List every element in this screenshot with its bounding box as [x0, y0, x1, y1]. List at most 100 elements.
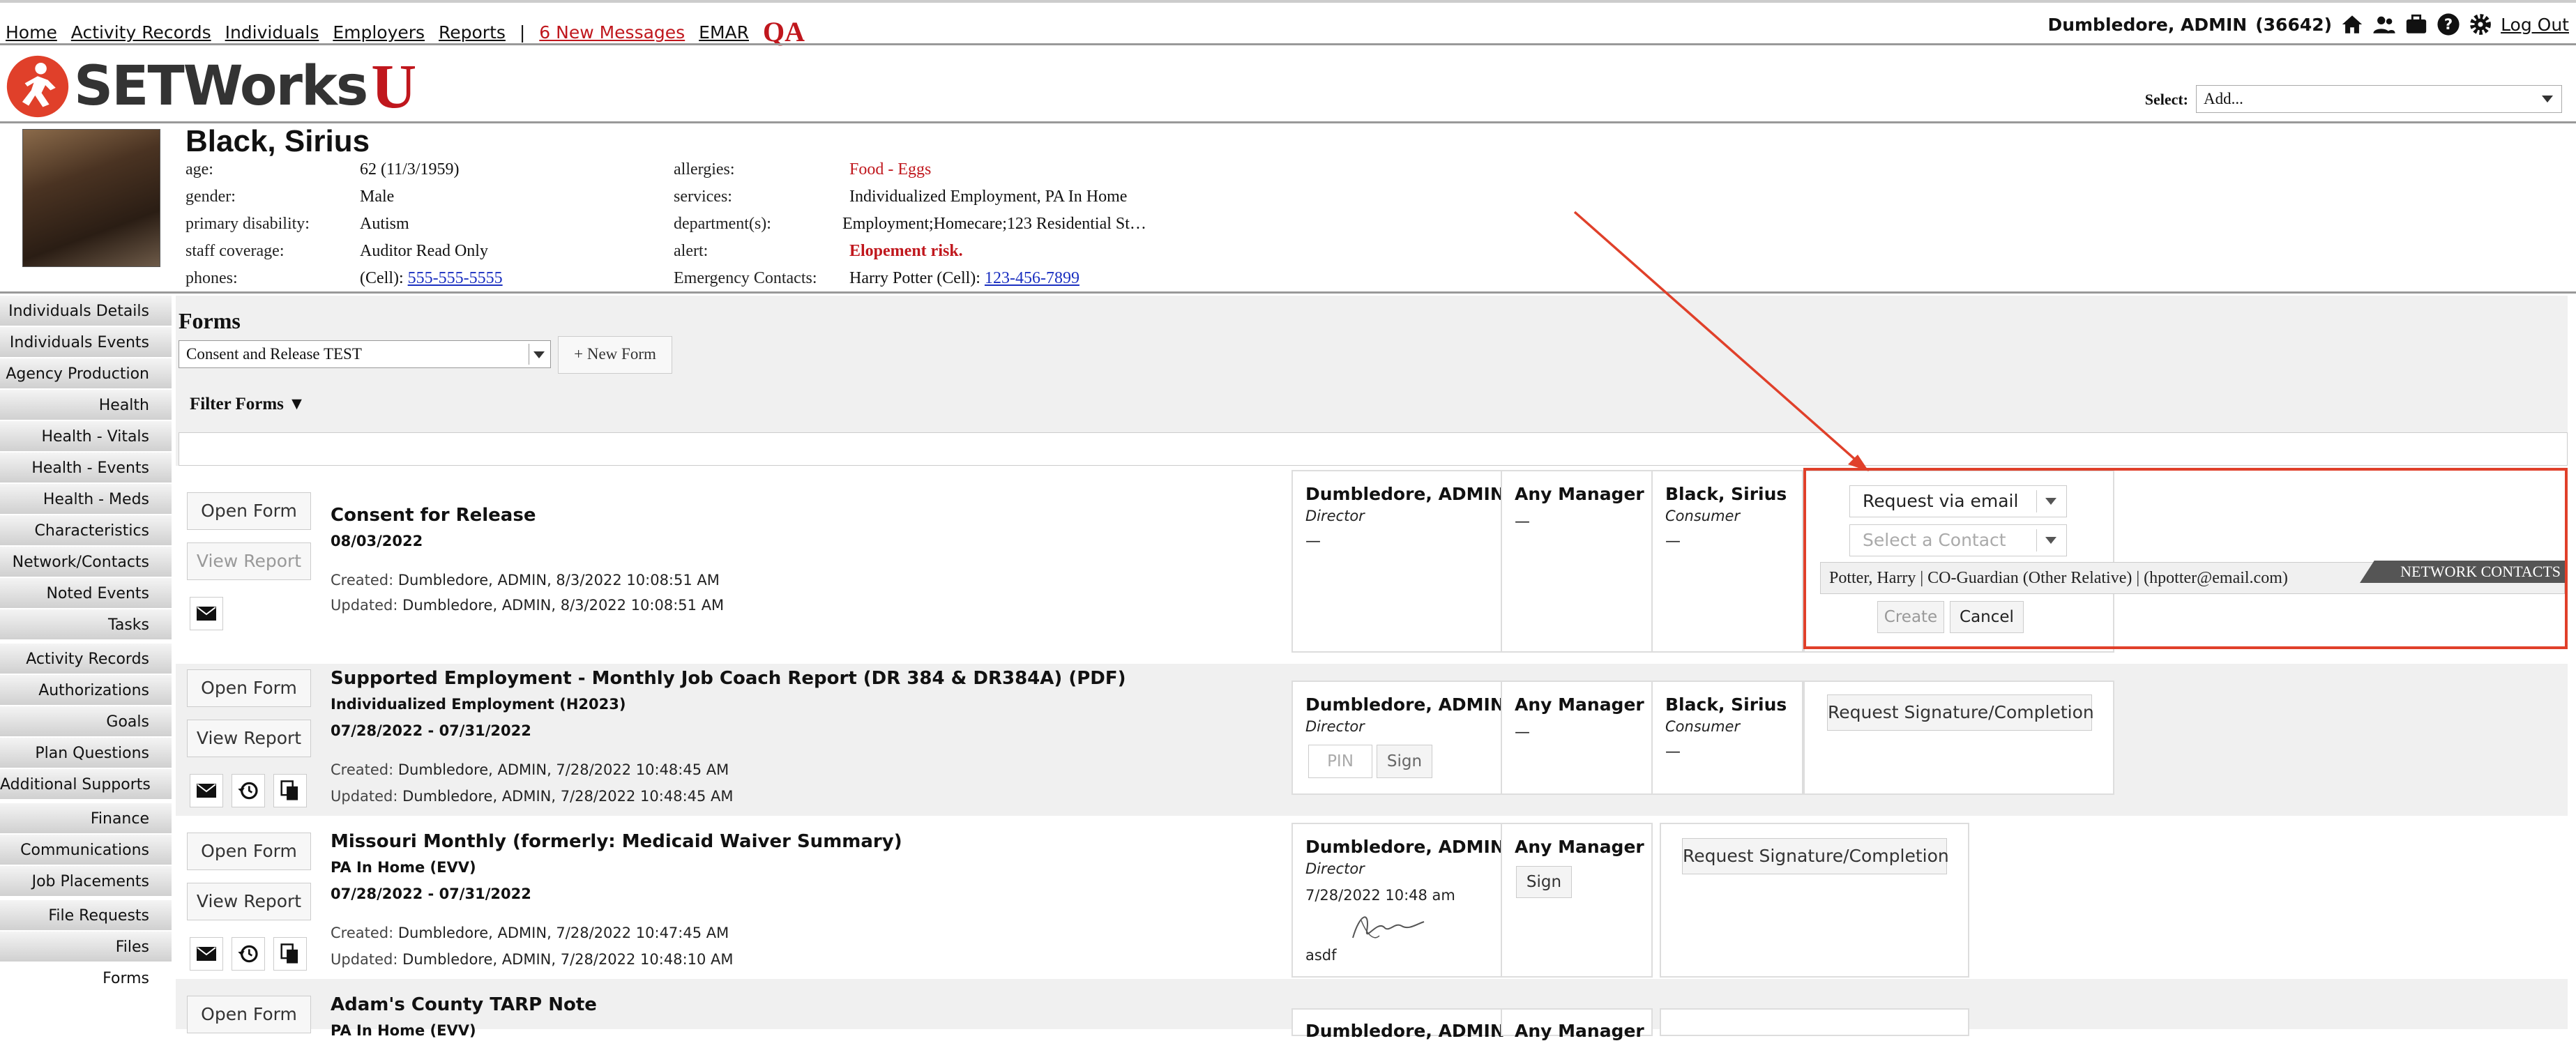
nav-emar-link[interactable]: EMAR	[699, 22, 749, 43]
nav-separator: |	[519, 22, 526, 43]
created-value: Dumbledore, ADMIN, 8/3/2022 10:08:51 AM	[397, 572, 720, 588]
sign-button[interactable]: Sign	[1516, 866, 1572, 898]
sidebar-item-health[interactable]: Health	[0, 390, 172, 421]
logo-u: U	[371, 52, 417, 121]
pin-input[interactable]: PIN	[1308, 745, 1372, 778]
add-select[interactable]: Add...	[2196, 85, 2562, 113]
request-signature-button[interactable]: Request Signature/Completion	[1682, 838, 1949, 874]
nav-messages-link[interactable]: 6 New Messages	[539, 22, 685, 43]
form-title[interactable]: Consent for Release	[331, 505, 536, 526]
new-form-button[interactable]: + New Form	[558, 336, 672, 374]
sidebar-item-health-events[interactable]: Health - Events	[0, 453, 172, 484]
email-icon[interactable]	[190, 774, 223, 807]
staff-coverage-value: Auditor Read Only	[360, 242, 488, 260]
sidebar-item-individuals-details[interactable]: Individuals Details	[0, 296, 172, 327]
form-date: 07/28/2022 - 07/31/2022	[331, 722, 531, 739]
nav-individuals-link[interactable]: Individuals	[225, 22, 319, 43]
signer-role: Director	[1305, 718, 1365, 735]
alert-value: Elopement risk.	[849, 242, 963, 260]
updated-value: Dumbledore, ADMIN, 7/28/2022 10:48:10 AM	[402, 951, 734, 968]
view-report-button[interactable]: View Report	[187, 883, 311, 920]
sidebar-item-finance[interactable]: Finance	[0, 803, 172, 835]
nav-home-link[interactable]: Home	[6, 22, 57, 43]
sidebar-item-job-placements[interactable]: Job Placements	[0, 866, 172, 897]
signer-name: Any Manager	[1515, 484, 1644, 504]
form-updated: Updated: Dumbledore, ADMIN, 8/3/2022 10:…	[331, 597, 724, 614]
filter-forms-toggle[interactable]: Filter Forms ▼	[190, 395, 305, 414]
view-report-button[interactable]: View Report	[187, 720, 311, 757]
sidebar-item-tasks[interactable]: Tasks	[0, 609, 172, 641]
signer-name: Dumbledore, ADMIN	[1305, 1021, 1505, 1041]
phone-link[interactable]: 555-555-5555	[408, 269, 503, 287]
gear-icon[interactable]	[2469, 13, 2492, 36]
sidebar-item-forms[interactable]: Forms	[0, 963, 172, 994]
nav-employers-link[interactable]: Employers	[333, 22, 425, 43]
created-label: Created:	[331, 925, 394, 941]
select-label: Select:	[2144, 91, 2188, 108]
updated-value: Dumbledore, ADMIN, 8/3/2022 10:08:51 AM	[402, 597, 725, 614]
emergency-contacts-value: Harry Potter (Cell): 123-456-7899	[849, 269, 1079, 288]
copy-icon[interactable]	[273, 774, 307, 807]
signature-status: —	[1515, 513, 1530, 531]
sidebar-item-agency-production[interactable]: Agency Production	[0, 358, 172, 390]
emergency-phone-link[interactable]: 123-456-7899	[985, 269, 1079, 287]
user-id: (36642)	[2255, 14, 2333, 35]
sidebar-item-file-requests[interactable]: File Requests	[0, 900, 172, 932]
sidebar-item-additional-supports[interactable]: Additional Supports	[0, 769, 172, 800]
sidebar-item-goals[interactable]: Goals	[0, 706, 172, 738]
briefcase-icon[interactable]	[2404, 13, 2428, 36]
form-title[interactable]: Missouri Monthly (formerly: Medicaid Wai…	[331, 831, 902, 852]
sidebar-item-noted-events[interactable]: Noted Events	[0, 578, 172, 609]
svg-text:?: ?	[2444, 16, 2453, 33]
sidebar-item-communications[interactable]: Communications	[0, 835, 172, 866]
sidebar-item-authorizations[interactable]: Authorizations	[0, 675, 172, 706]
form-title[interactable]: Supported Employment - Monthly Job Coach…	[331, 668, 1126, 689]
updated-label: Updated:	[331, 788, 398, 805]
signature-status: —	[1665, 533, 1681, 550]
nav-activity-records-link[interactable]: Activity Records	[71, 22, 211, 43]
help-icon[interactable]: ?	[2437, 13, 2460, 36]
form-type-select[interactable]: Consent and Release TEST	[179, 340, 551, 368]
history-icon[interactable]	[232, 937, 265, 971]
sidebar-item-individuals-events[interactable]: Individuals Events	[0, 327, 172, 358]
request-signature-button[interactable]: Request Signature/Completion	[1827, 694, 2094, 731]
open-form-button[interactable]: Open Form	[187, 996, 311, 1033]
signer-role: Director	[1305, 860, 1365, 877]
updated-value: Dumbledore, ADMIN, 7/28/2022 10:48:45 AM	[402, 788, 734, 805]
email-icon[interactable]	[190, 597, 223, 630]
signer-role: Director	[1305, 508, 1365, 524]
created-value: Dumbledore, ADMIN, 7/28/2022 10:47:45 AM	[397, 925, 729, 941]
view-report-button[interactable]: View Report	[187, 542, 311, 580]
copy-icon[interactable]	[273, 937, 307, 971]
form-title[interactable]: Adam's County TARP Note	[331, 994, 597, 1015]
allergies-label: allergies:	[674, 160, 735, 178]
individual-name: Black, Sirius	[185, 124, 370, 158]
sidebar-item-health-vitals[interactable]: Health - Vitals	[0, 421, 172, 453]
sign-button[interactable]: Sign	[1377, 745, 1432, 778]
sidebar-item-activity-records[interactable]: Activity Records	[0, 644, 172, 675]
signature-status: —	[1515, 724, 1530, 741]
open-form-button[interactable]: Open Form	[187, 492, 311, 530]
gender-label: gender:	[185, 188, 236, 206]
signer-name: Black, Sirius	[1665, 484, 1787, 504]
sidebar-item-health-meds[interactable]: Health - Meds	[0, 484, 172, 515]
signature-status: —	[1305, 533, 1321, 550]
open-form-button[interactable]: Open Form	[187, 669, 311, 707]
form-created: Created: Dumbledore, ADMIN, 8/3/2022 10:…	[331, 572, 720, 588]
logout-link[interactable]: Log Out	[2501, 15, 2569, 35]
users-icon[interactable]	[2372, 13, 2396, 36]
setworks-logo[interactable]: SETWorks U	[6, 52, 417, 121]
sidebar-item-plan-questions[interactable]: Plan Questions	[0, 738, 172, 769]
staff-coverage-label: staff coverage:	[185, 242, 285, 260]
individual-photo	[22, 129, 160, 267]
open-form-button[interactable]: Open Form	[187, 833, 311, 870]
sidebar-item-network-contacts[interactable]: Network/Contacts	[0, 547, 172, 578]
nav-reports-link[interactable]: Reports	[439, 22, 506, 43]
history-icon[interactable]	[232, 774, 265, 807]
home-icon[interactable]	[2340, 13, 2364, 36]
sidebar-item-files[interactable]: Files	[0, 932, 172, 963]
disability-value: Autism	[360, 215, 409, 233]
logo-text: SETWorks	[74, 55, 368, 118]
email-icon[interactable]	[190, 937, 223, 971]
sidebar-item-characteristics[interactable]: Characteristics	[0, 515, 172, 547]
